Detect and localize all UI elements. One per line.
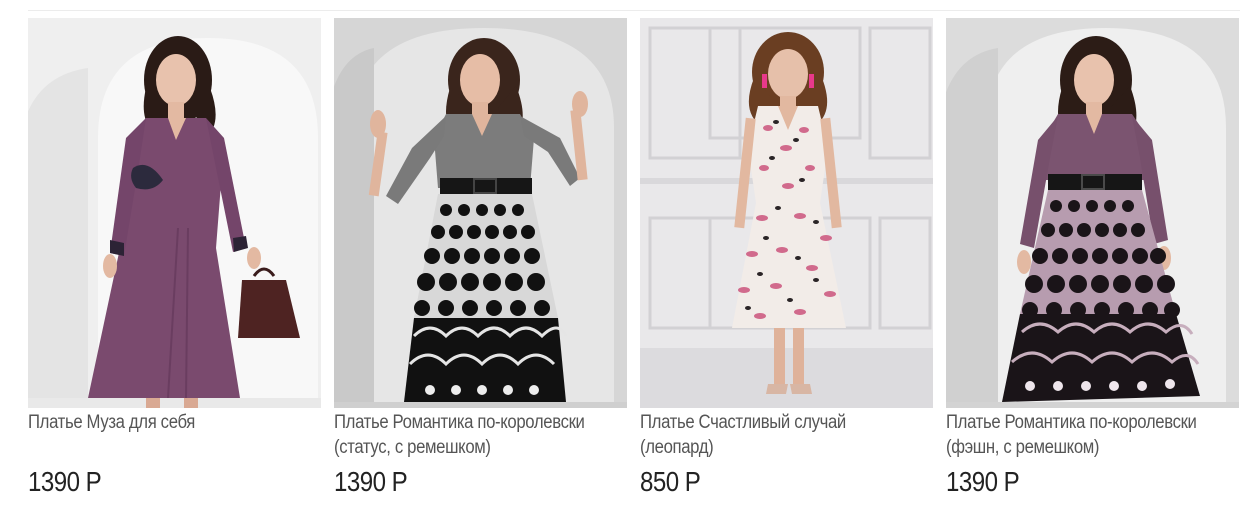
product-photo[interactable]: [640, 18, 933, 408]
product-title-line: (леопард): [640, 437, 714, 458]
product-title-line: Платье Романтика по-королевски: [946, 412, 1197, 433]
product-title[interactable]: Платье Романтика по-королевски (статус, …: [334, 410, 592, 460]
product-card[interactable]: Платье Муза для себя 1390 Р: [28, 18, 321, 513]
product-title[interactable]: Платье Муза для себя: [28, 410, 286, 435]
top-divider: [28, 10, 1240, 11]
product-title[interactable]: Платье Счастливый случай (леопард): [640, 410, 898, 460]
product-price: 850 Р: [640, 466, 701, 497]
product-title-line: Платье Муза для себя: [28, 412, 196, 433]
product-title-line: (статус, с ремешком): [334, 437, 491, 458]
product-card[interactable]: Платье Счастливый случай (леопард) 850 Р: [640, 18, 933, 513]
product-price: 1390 Р: [946, 466, 1020, 497]
product-photo[interactable]: [946, 18, 1239, 408]
product-grid: Платье Муза для себя 1390 Р Платье Роман…: [28, 18, 1240, 513]
product-price: 1390 Р: [28, 466, 102, 497]
product-price: 1390 Р: [334, 466, 408, 497]
product-title[interactable]: Платье Романтика по-королевски (фэшн, с …: [946, 410, 1204, 460]
product-photo[interactable]: [334, 18, 627, 408]
product-title-line: (фэшн, с ремешком): [946, 437, 1100, 458]
product-title-line: Платье Романтика по-королевски: [334, 412, 585, 433]
product-title-line: Платье Счастливый случай: [640, 412, 846, 433]
product-photo[interactable]: [28, 18, 321, 408]
product-card[interactable]: Платье Романтика по-королевски (статус, …: [334, 18, 627, 513]
product-card[interactable]: Платье Романтика по-королевски (фэшн, с …: [946, 18, 1239, 513]
